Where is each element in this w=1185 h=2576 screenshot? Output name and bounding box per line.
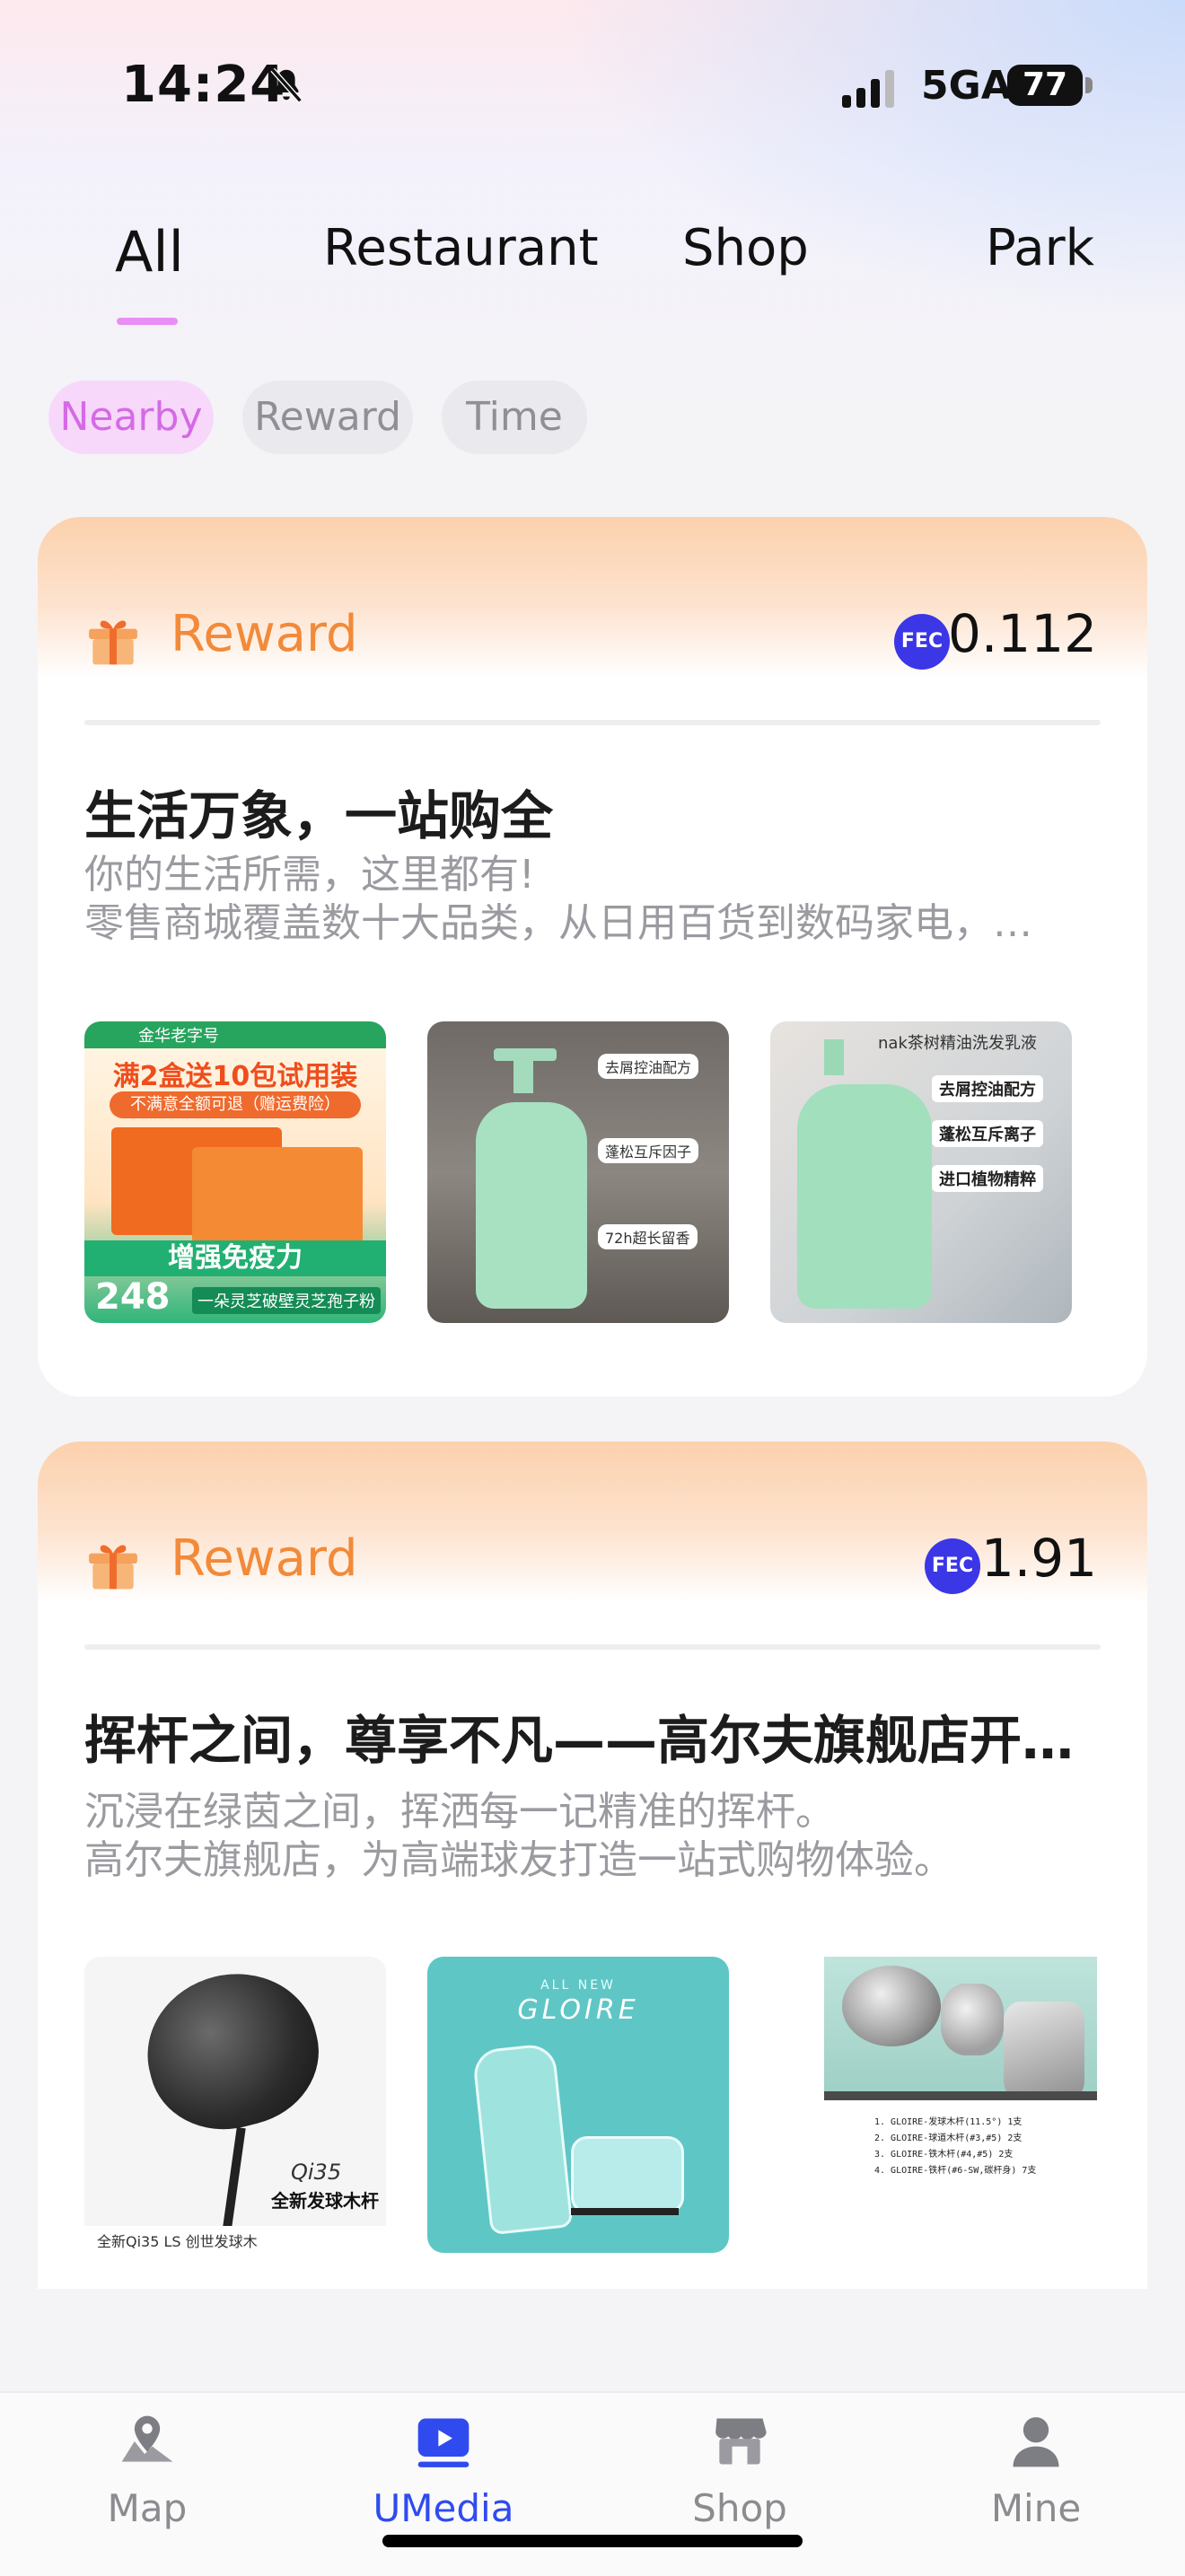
product-image-golf-driver[interactable]: Qi35 全新发球木杆 全新Qi35 LS 创世发球木 [84,1957,386,2253]
product-image-golf-club-set[interactable]: 1. GLOIRE-发球木杆(11.5°) 1支 2. GLOIRE-球道木杆(… [824,1957,1097,2253]
filter-nearby[interactable]: Nearby [48,381,214,454]
reward-card[interactable]: Reward FEC 1.91 挥杆之间，尊享不凡——高尔夫旗舰店开… 沉浸在绿… [38,1441,1147,2289]
nav-label: Map [107,2486,188,2530]
image-caption: 一朵灵芝破壁灵芝孢子粉 [192,1287,381,1314]
image-tag: 去屑控油配方 [598,1054,699,1079]
club-list-item: 2. GLOIRE-球道木杆(#3,#5) 2支 [874,2134,1023,2143]
image-price: 248 [95,1276,171,1318]
image-brand: GLOIRE [517,1994,639,2026]
tab-all[interactable]: All [115,219,184,285]
image-badge: 金华老字号 [138,1027,219,1046]
nav-map[interactable]: Map [40,2393,255,2545]
reward-card[interactable]: Reward FEC 0.112 生活万象，一站购全 你的生活所需，这里都有! … [38,517,1147,1397]
card-divider [84,720,1101,725]
nav-label: UMedia [373,2486,514,2530]
image-headline: 满2盒送10包试用装 [112,1061,358,1092]
nav-label: Mine [990,2486,1082,2530]
fec-token-icon: FEC [925,1538,980,1594]
reward-amount: 1.91 [980,1528,1097,1589]
status-bar: 14:24 5GA 77 [0,0,1185,180]
nav-shop[interactable]: Shop [632,2393,847,2545]
nav-mine[interactable]: Mine [928,2393,1144,2545]
product-image-shampoo[interactable]: 去屑控油配方 蓬松互斥因子 72h超长留香 [427,1021,729,1323]
fec-token-icon: FEC [894,614,950,670]
image-tag: 进口植物精粹 [932,1165,1043,1192]
person-icon [1013,2417,1059,2467]
card-description-line: 你的生活所需，这里都有! [84,852,535,898]
network-type: 5GA [921,63,1012,109]
tab-park[interactable]: Park [986,219,1094,277]
image-model: Qi35 [291,2160,342,2185]
bottom-navigation: Map UMedia Shop Mine [0,2391,1185,2576]
nav-umedia[interactable]: UMedia [336,2393,551,2545]
image-brand-top: ALL NEW [540,1978,616,1993]
product-image-golf-bag[interactable]: ALL NEW GLOIRE [427,1957,729,2253]
filter-reward[interactable]: Reward [242,381,413,454]
cellular-signal-icon [842,70,894,108]
club-list: 1. GLOIRE-发球木杆(11.5°) 1支 2. GLOIRE-球道木杆(… [874,2115,1090,2179]
club-list-item: 1. GLOIRE-发球木杆(11.5°) 1支 [874,2117,1023,2127]
store-icon [715,2418,767,2465]
reward-label: Reward [171,605,358,663]
card-description-line: 沉浸在绿茵之间，挥洒每一记精准的挥杆。 [84,1789,835,1835]
reward-label: Reward [171,1529,358,1588]
gift-icon [89,620,137,665]
product-image-shampoo-2[interactable]: nak茶树精油洗发乳液 去屑控油配方 蓬松互斥离子 进口植物精粹 [770,1021,1072,1323]
product-image-reishi[interactable]: 金华老字号 满2盒送10包试用装 不满意全额可退（赠运费险） 增强免疫力 248… [84,1021,386,1323]
status-time: 14:24 [121,56,286,114]
image-caption: 全新发球木杆 [271,2190,379,2212]
card-title: 挥杆之间，尊享不凡——高尔夫旗舰店开… [84,1710,1075,1771]
tab-restaurant[interactable]: Restaurant [323,219,599,277]
image-tag: 蓬松互斥离子 [932,1120,1043,1147]
image-tag: 去屑控油配方 [932,1075,1043,1102]
tab-shop[interactable]: Shop [682,219,809,277]
club-list-item: 3. GLOIRE-铁木杆(#4,#5) 2支 [874,2150,1014,2160]
nav-label: Shop [692,2486,787,2530]
card-description-line: 零售商城覆盖数十大品类，从日用百货到数码家电，… [84,900,1032,946]
image-tag: 72h超长留香 [598,1224,698,1249]
club-list-item: 4. GLOIRE-铁杆(#6-SW,碳杆身) 7支 [874,2166,1037,2176]
image-subline: 不满意全额可退（赠运费险） [110,1091,361,1118]
filter-time[interactable]: Time [442,381,587,454]
play-icon [417,2418,470,2467]
image-slogan: 增强免疫力 [84,1240,386,1276]
card-divider [84,1644,1101,1650]
card-description-line: 高尔夫旗舰店，为高端球友打造一站式购物体验。 [84,1837,953,1883]
home-indicator [382,2535,803,2547]
tab-indicator [117,318,178,325]
map-pin-icon [121,2415,173,2462]
image-heading: nak茶树精油洗发乳液 [878,1034,1037,1053]
reward-amount: 0.112 [947,603,1097,664]
card-title: 生活万象，一站购全 [84,785,554,846]
battery-indicator: 77 [1007,65,1083,106]
image-tag: 蓬松互斥因子 [598,1138,699,1163]
gift-icon [89,1545,137,1590]
battery-tip [1085,77,1093,93]
bell-muted-icon [270,67,303,103]
image-footer: 全新Qi35 LS 创世发球木 [97,2233,258,2250]
